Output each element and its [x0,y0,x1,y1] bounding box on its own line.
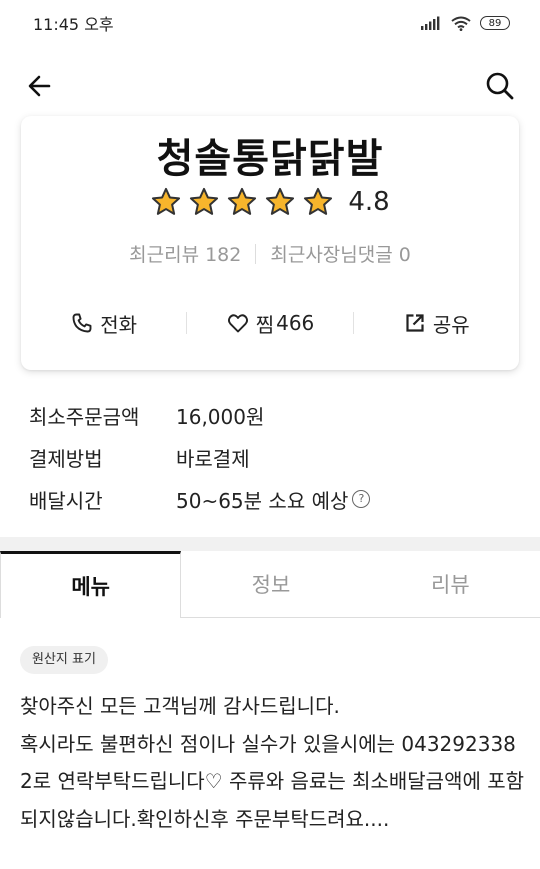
favorite-label: 찜 [255,312,275,337]
share-label: 공유 [432,312,470,337]
star-icon [304,187,333,215]
min-order-label: 최소주문금액 [29,404,140,429]
store-name: 청솔통닭닭발 [156,136,384,182]
star-icon [190,187,219,215]
delivery-time-text: 50~65분 소요 예상 [176,488,349,513]
rating-value: 4.8 [348,187,390,217]
favorite-button[interactable]: 찜 466 [187,309,352,338]
tab-bar: 메뉴 정보 리뷰 [0,551,540,618]
store-info-card: 청솔통닭닭발 4.8 최근리뷰 182 최근사장님댓글 0 전화 찜 466 공… [21,116,519,370]
rating-row: 4.8 [21,186,519,218]
phone-icon [72,313,92,333]
owner-replies-count[interactable]: 최근사장님댓글 0 [270,240,411,267]
min-order-value: 16,000원 [176,404,265,429]
star-icon [228,187,257,215]
delivery-time-label: 배달시간 [29,488,103,513]
wifi-icon [451,16,471,31]
share-icon [406,314,424,332]
delivery-time-row: 배달시간 50~65분 소요 예상 ? [29,478,371,520]
payment-label: 결제방법 [29,446,103,471]
help-circle-icon[interactable]: ? [352,490,371,508]
recent-reviews-count[interactable]: 최근리뷰 182 [129,240,241,267]
tab-info[interactable]: 정보 [181,551,361,618]
counts-divider [255,243,257,264]
battery-icon: 89 [480,16,510,30]
heart-icon [227,314,248,333]
share-button[interactable]: 공유 [354,309,519,338]
delivery-time-value: 50~65분 소요 예상 ? [176,485,371,514]
app-bar [0,60,540,108]
tab-menu[interactable]: 메뉴 [0,551,182,618]
section-divider [0,537,540,551]
favorite-count: 466 [276,311,315,335]
star-icon [266,187,295,215]
review-counts: 최근리뷰 182 최근사장님댓글 0 [21,240,519,267]
payment-value: 바로결제 [176,446,250,471]
star-icon [152,187,181,215]
tab-review[interactable]: 리뷰 [360,551,540,618]
search-icon[interactable] [482,68,518,104]
call-button[interactable]: 전화 [21,309,186,338]
status-bar: 11:45 오후 89 [0,0,540,46]
order-info: 최소주문금액 16,000원 결제방법 바로결제 배달시간 50~65분 소요 … [29,394,371,520]
back-arrow-icon[interactable] [22,68,58,104]
call-label: 전화 [100,312,138,337]
origin-label-chip[interactable]: 원산지 표기 [20,646,108,674]
status-time: 11:45 오후 [33,15,114,34]
payment-row: 결제방법 바로결제 [29,436,370,478]
status-icons: 89 [420,16,510,31]
signal-icon [421,16,440,30]
action-buttons: 전화 찜 466 공유 [21,306,519,340]
min-order-row: 최소주문금액 16,000원 [29,394,370,436]
store-notice: 찾아주신 모든 고객님께 감사드립니다. 혹시라도 불편하신 점이나 실수가 있… [20,694,525,831]
